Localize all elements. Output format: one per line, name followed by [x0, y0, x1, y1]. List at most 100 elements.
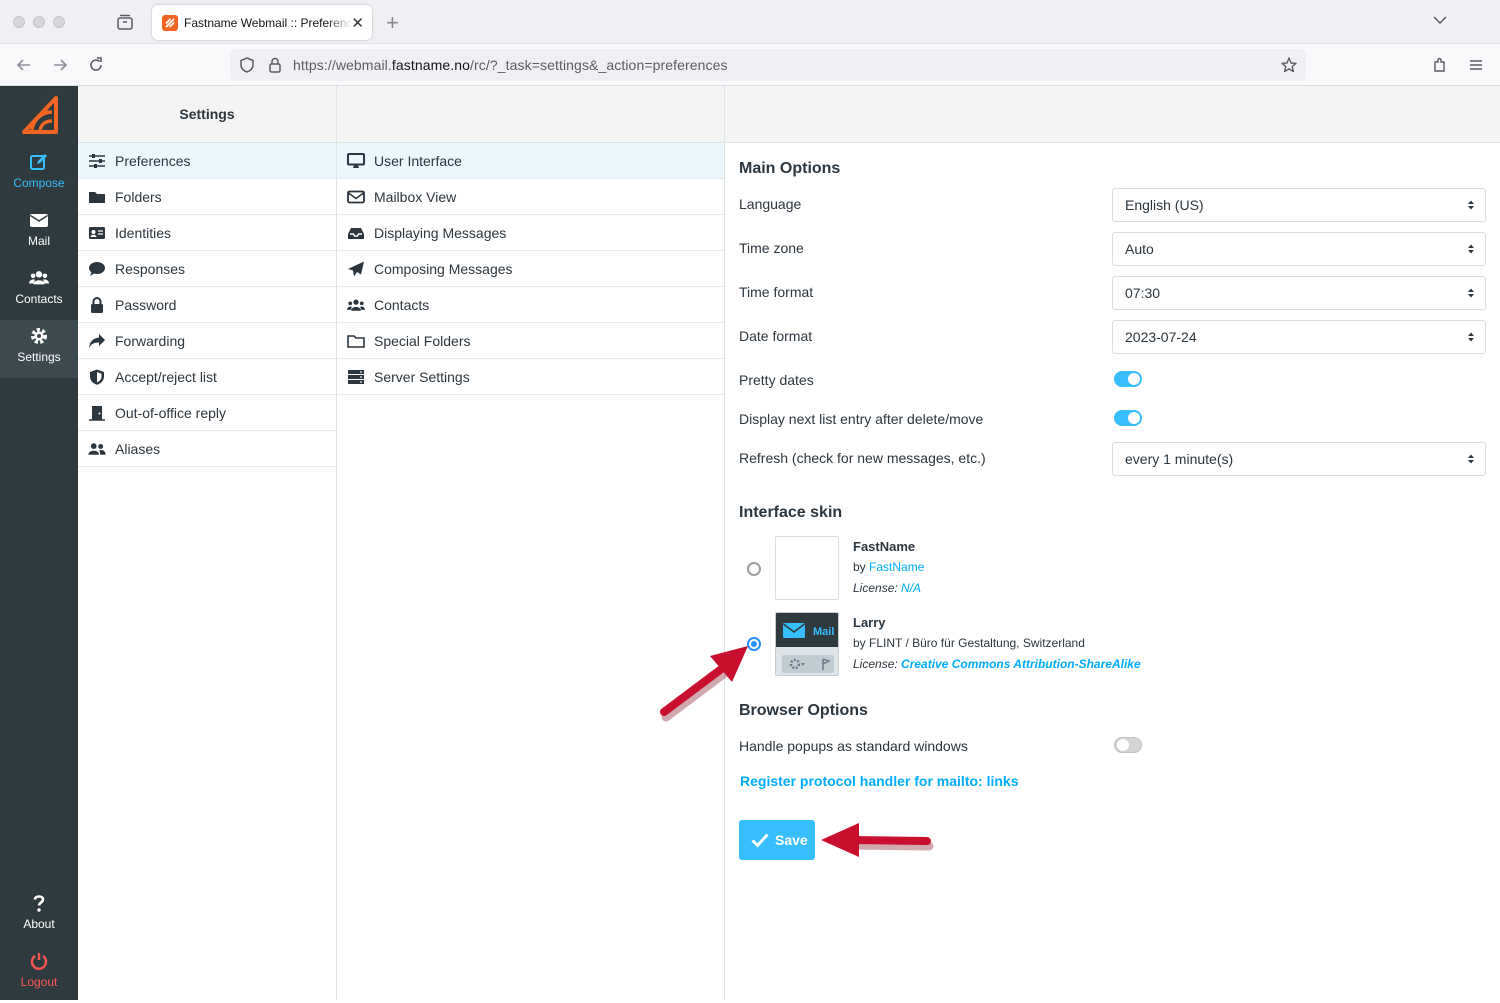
language-label: Language: [739, 196, 802, 212]
save-button-label: Save: [775, 832, 808, 848]
power-icon: [30, 953, 48, 970]
settings-list-panel: Settings Preferences Folders Identities …: [78, 86, 337, 1000]
forward-arrow-icon[interactable]: [50, 55, 70, 75]
share-icon: [89, 333, 105, 348]
desktop-icon: [347, 152, 365, 168]
skin-fastname-radio[interactable]: [747, 562, 761, 576]
skin-fastname-thumbnail[interactable]: [775, 536, 839, 600]
settings-item-out-of-office[interactable]: Out-of-office reply: [78, 395, 336, 431]
settings-item-label: Out-of-office reply: [115, 404, 227, 421]
gear-icon: [31, 328, 47, 344]
folder-open-icon: [347, 334, 365, 348]
skin-larry-thumbnail[interactable]: Mail: [775, 612, 839, 676]
lock-icon[interactable]: [266, 56, 284, 74]
rail-about-label: About: [23, 917, 55, 931]
pretty-dates-toggle[interactable]: [1114, 371, 1142, 387]
language-select[interactable]: English (US): [1112, 188, 1486, 222]
settings-item-label: Password: [115, 296, 177, 313]
settings-item-folders[interactable]: Folders: [78, 179, 336, 215]
id-card-icon: [89, 226, 105, 239]
fastname-logo-icon[interactable]: [18, 92, 62, 136]
skin-larry-license-line: License: Creative Commons Attribution-Sh…: [853, 657, 1141, 671]
register-mailto-handler-link[interactable]: Register protocol handler for mailto: li…: [740, 773, 1018, 789]
users-icon: [29, 271, 49, 285]
section-item-special-folders[interactable]: Special Folders: [337, 323, 724, 359]
timeformat-select-value: 07:30: [1125, 285, 1161, 301]
section-item-user-interface[interactable]: User Interface: [337, 143, 724, 179]
settings-item-password[interactable]: Password: [78, 287, 336, 323]
rail-compose-button[interactable]: Compose: [0, 146, 78, 204]
tab-close-icon[interactable]: ✕: [351, 14, 364, 32]
reload-icon[interactable]: [86, 55, 106, 75]
rail-contacts-button[interactable]: Contacts: [0, 262, 78, 320]
envelope-icon: [347, 190, 365, 203]
settings-item-label: Folders: [115, 188, 162, 205]
window-zoom-button[interactable]: [53, 16, 65, 28]
dateformat-select-value: 2023-07-24: [1125, 329, 1197, 345]
tab-overview-icon[interactable]: [116, 13, 134, 31]
section-item-label: Composing Messages: [374, 260, 513, 277]
window-close-button[interactable]: [13, 16, 25, 28]
skin-fastname-author-line: by FastName: [853, 560, 925, 574]
save-button[interactable]: Save: [739, 820, 815, 860]
section-item-displaying-messages[interactable]: Displaying Messages: [337, 215, 724, 251]
settings-item-forwarding[interactable]: Forwarding: [78, 323, 336, 359]
browser-options-title: Browser Options: [739, 702, 868, 719]
rail-logout-button[interactable]: Logout: [0, 945, 78, 1003]
skin-larry-author-line: by FLINT / Büro für Gestaltung, Switzerl…: [853, 636, 1085, 650]
shield-icon: [90, 369, 104, 385]
folder-icon: [89, 191, 105, 203]
timezone-select[interactable]: Auto: [1112, 232, 1486, 266]
settings-item-label: Forwarding: [115, 332, 186, 349]
timeformat-select[interactable]: 07:30: [1112, 276, 1486, 310]
section-item-composing-messages[interactable]: Composing Messages: [337, 251, 724, 287]
window-minimize-button[interactable]: [33, 16, 45, 28]
section-item-server-settings[interactable]: Server Settings: [337, 359, 724, 395]
dateformat-select[interactable]: 2023-07-24: [1112, 320, 1486, 354]
timezone-label: Time zone: [739, 240, 804, 256]
users-icon: [88, 442, 106, 455]
refresh-select[interactable]: every 1 minute(s): [1112, 442, 1486, 476]
settings-item-accept-reject-list[interactable]: Accept/reject list: [78, 359, 336, 395]
larry-thumb-text: Mail: [813, 626, 834, 638]
settings-item-label: Identities: [115, 224, 172, 241]
bookmark-star-icon[interactable]: [1280, 56, 1298, 74]
popups-toggle[interactable]: [1114, 737, 1142, 753]
section-item-label: Special Folders: [374, 332, 471, 349]
settings-item-identities[interactable]: Identities: [78, 215, 336, 251]
server-icon: [348, 369, 364, 384]
rail-compose-label: Compose: [13, 176, 65, 190]
browser-tab[interactable]: Fastname Webmail :: Preferences ✕: [152, 5, 372, 40]
main-options-title: Main Options: [739, 160, 841, 177]
skin-larry-license-link[interactable]: Creative Commons Attribution-ShareAlike: [901, 657, 1141, 671]
url-text: https://webmail.fastname.no/rc/?_task=se…: [293, 57, 728, 73]
settings-item-responses[interactable]: Responses: [78, 251, 336, 287]
hamburger-menu-icon[interactable]: [1466, 55, 1486, 75]
preferences-sections-panel: User Interface Mailbox View Displaying M…: [337, 86, 725, 1000]
tracking-shield-icon[interactable]: [238, 56, 256, 74]
select-arrows-icon: [1468, 288, 1474, 298]
address-bar[interactable]: https://webmail.fastname.no/rc/?_task=se…: [230, 49, 1306, 81]
lock-icon: [91, 296, 103, 313]
settings-item-aliases[interactable]: Aliases: [78, 431, 336, 467]
comment-icon: [89, 261, 105, 276]
refresh-select-value: every 1 minute(s): [1125, 451, 1234, 467]
rail-about-button[interactable]: About: [0, 887, 78, 945]
back-arrow-icon[interactable]: [14, 55, 34, 75]
settings-item-preferences[interactable]: Preferences: [78, 143, 336, 179]
tab-list-chevron-icon[interactable]: [1432, 12, 1448, 28]
new-tab-button[interactable]: +: [386, 10, 399, 36]
skin-larry-radio[interactable]: [747, 637, 761, 651]
inbox-icon: [348, 227, 364, 239]
section-item-contacts[interactable]: Contacts: [337, 287, 724, 323]
skin-fastname-author-link[interactable]: FastName: [869, 560, 924, 574]
rail-settings-button[interactable]: Settings: [0, 320, 78, 378]
rail-mail-button[interactable]: Mail: [0, 204, 78, 262]
skin-fastname-license-link[interactable]: N/A: [901, 581, 921, 595]
settings-header: Settings: [78, 86, 336, 143]
extensions-icon[interactable]: [1430, 55, 1450, 75]
select-arrows-icon: [1468, 244, 1474, 254]
next-entry-toggle[interactable]: [1114, 410, 1142, 426]
skin-fastname-name: FastName: [853, 539, 916, 554]
section-item-mailbox-view[interactable]: Mailbox View: [337, 179, 724, 215]
